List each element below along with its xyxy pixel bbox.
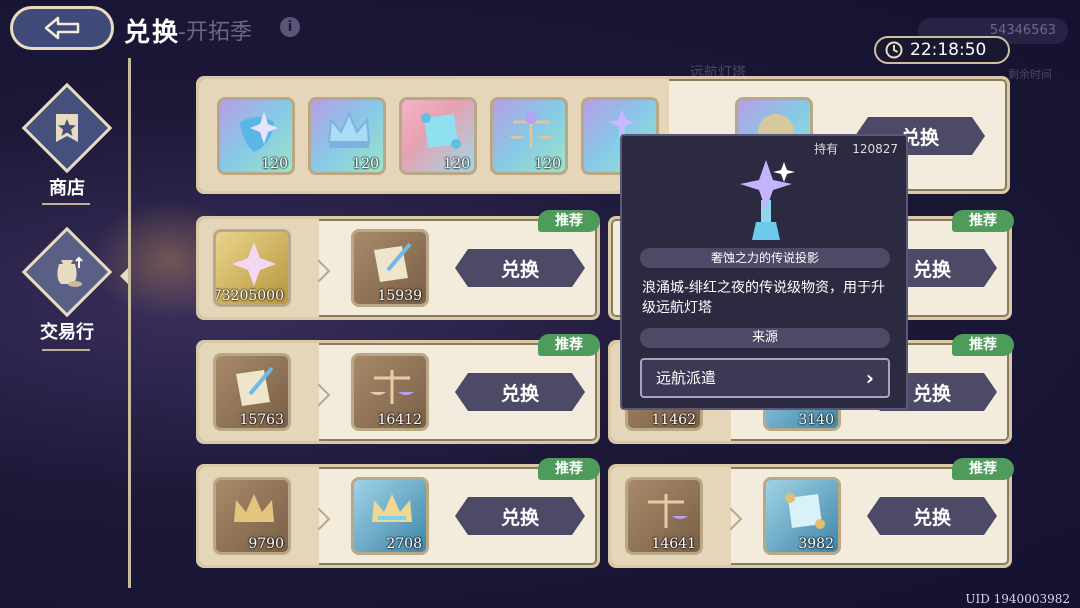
user-id: UID 1940003982 (965, 592, 1070, 606)
exchange-button[interactable]: 兑换 (867, 497, 997, 535)
source-link-label: 远航派遣 (656, 369, 717, 387)
holding-value: 120827 (852, 142, 898, 156)
source-label: 来源 (640, 328, 890, 348)
recommend-tag: 推荐 (538, 210, 600, 232)
item-slot[interactable]: 120 (399, 97, 477, 175)
item-quantity: 120 (534, 156, 561, 172)
scroll-quill-icon (236, 366, 274, 406)
scale-icon (370, 370, 414, 404)
item-slot[interactable]: 3982 (763, 477, 841, 555)
source-link-button[interactable]: 远航派遣 › (640, 358, 890, 398)
timer-text: 22:18:50 (910, 40, 987, 60)
sidebar-selected-indicator (120, 268, 128, 284)
item-quantity: 9790 (248, 536, 284, 552)
item-slot[interactable]: 120 (217, 97, 295, 175)
recommend-tag: 推荐 (952, 458, 1014, 480)
recommend-tag: 推荐 (952, 210, 1014, 232)
sidebar-separator (42, 203, 90, 205)
item-quantity: 120 (352, 156, 379, 172)
item-quantity: 3140 (798, 412, 834, 428)
item-quantity: 11462 (651, 412, 696, 428)
countdown-timer: 22:18:50 (874, 36, 1010, 64)
sidebar-item-label: 商店 (49, 178, 85, 199)
scroll-crystal-icon (785, 493, 825, 529)
item-slot[interactable]: 120 (490, 97, 568, 175)
item-quantity: 120 (443, 156, 470, 172)
page-subtitle: -开拓季 (178, 20, 252, 45)
back-button[interactable] (10, 6, 114, 50)
recommend-tag: 推荐 (538, 334, 600, 356)
back-arrow-icon (44, 16, 80, 40)
shield-crystal-icon (240, 112, 278, 152)
recommend-tag: 推荐 (538, 458, 600, 480)
crown-icon (234, 494, 274, 522)
item-slot[interactable]: 14641 (625, 477, 703, 555)
crystal-star-icon (232, 242, 276, 286)
trade-card: 14641 3982 兑换 (608, 464, 1012, 568)
exchange-button[interactable]: 兑换 (455, 497, 585, 535)
item-quantity: 15763 (239, 412, 284, 428)
chevron-right-icon: › (865, 366, 874, 390)
coin-bag-icon (57, 256, 83, 287)
sidebar-item-label: 交易行 (40, 322, 94, 343)
holding-count: 持有 120827 (800, 140, 898, 157)
background-text: 剩余时间 (1008, 68, 1052, 81)
info-icon[interactable]: i (280, 17, 300, 37)
exchange-button[interactable]: 兑换 (455, 249, 585, 287)
item-quantity: 120 (261, 156, 288, 172)
item-quantity: 2708 (386, 536, 422, 552)
page-title: 兑换 (124, 18, 181, 48)
holding-label: 持有 (814, 142, 839, 156)
item-slot[interactable]: 2708 (351, 477, 429, 555)
item-name: 奢蚀之力的传说投影 (640, 248, 890, 268)
sidebar-separator (42, 349, 90, 351)
exchange-button[interactable]: 兑换 (455, 373, 585, 411)
star-banner-icon (56, 114, 78, 142)
sidebar-divider (128, 58, 131, 588)
crown-crystal-icon (372, 494, 412, 522)
crown-crystal-icon (327, 111, 371, 148)
recommend-tag: 推荐 (952, 334, 1014, 356)
item-tooltip: 持有 120827 奢蚀之力的传说投影 浪涌城-绯红之夜的传说级物资，用于升级远航… (620, 134, 908, 410)
item-quantity: 3982 (798, 536, 834, 552)
item-slot[interactable]: 9790 (213, 477, 291, 555)
item-slot[interactable]: 15763 (213, 353, 291, 431)
scroll-quill-icon (374, 242, 412, 282)
item-slot[interactable]: 16412 (351, 353, 429, 431)
item-slot[interactable]: 73205000 (213, 229, 291, 307)
sidebar-item-trading-house[interactable]: 交易行 (21, 226, 113, 344)
scroll-crystal-icon (421, 113, 461, 149)
sidebar-item-shop[interactable]: 商店 (21, 82, 113, 200)
item-quantity: 15939 (377, 288, 422, 304)
scale-crystal-icon (509, 112, 553, 148)
item-slot[interactable]: 15939 (351, 229, 429, 307)
clock-icon (885, 41, 903, 59)
item-description: 浪涌城-绯红之夜的传说级物资，用于升级远航灯塔 (642, 280, 886, 316)
item-slot[interactable]: 120 (308, 97, 386, 175)
item-quantity: 16412 (377, 412, 422, 428)
item-quantity: 73205000 (213, 288, 284, 304)
trophy-crystal-icon (740, 160, 795, 240)
scale-crystal-icon (648, 494, 688, 528)
item-quantity: 14641 (651, 536, 696, 552)
